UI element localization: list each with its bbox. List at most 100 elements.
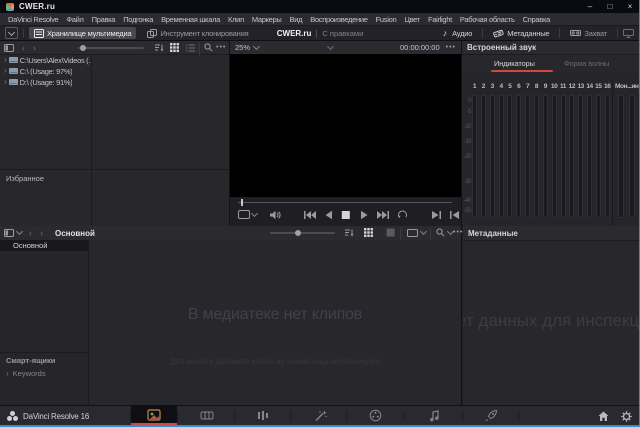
pool-panel-toggle-icon[interactable] [4,226,23,239]
sidebar-item-keywords[interactable]: › Keywords [6,369,46,378]
pool-list-view-icon[interactable] [386,226,395,239]
capture-button[interactable]: Захват [565,27,612,39]
first-frame-button[interactable] [303,210,316,220]
page-tab-fusion[interactable] [297,406,343,425]
tab-waveform[interactable]: Форма волны [564,59,609,68]
stop-button[interactable] [341,210,350,220]
dual-screen-icon[interactable] [623,29,634,38]
viewer-panel: 25% 00:00:00:00 ••• [230,41,462,226]
level-meter-channel-8 [534,95,539,218]
pool-display-mode-dropdown[interactable] [407,226,427,239]
menu-item-1[interactable]: DaVinci Resolve [8,15,58,24]
viewer-mode-dropdown[interactable] [238,210,258,219]
play-reverse-button[interactable] [324,210,333,220]
menu-item-10[interactable]: Fusion [376,15,397,24]
page-tab-cut[interactable] [184,406,230,425]
metadata-button[interactable]: Метаданные [488,27,554,39]
menu-item-9[interactable]: Воспроизведение [310,15,367,24]
clip-selector-dropdown[interactable] [326,43,333,50]
media-storage-panel: ‹ › ••• ›C:\Users [0,41,230,226]
playhead[interactable] [241,199,243,206]
scrubber-bar[interactable] [238,202,452,203]
chevron-down-icon [253,43,260,50]
settings-gear-icon[interactable] [621,411,632,422]
db-scale-label: -15 [462,139,471,145]
pool-search-icon[interactable] [436,226,454,239]
mark-out-button[interactable] [449,210,460,220]
viewer-toolbar: 25% 00:00:00:00 ••• [230,41,461,55]
db-scale-label: -30 [462,179,471,185]
channel-number-4: 4 [497,83,506,90]
maximize-button[interactable]: □ [600,0,620,13]
clone-tool-button[interactable]: Инструмент клонирования [142,27,253,39]
search-icon[interactable] [204,41,213,54]
viewer-options-icon[interactable]: ••• [446,44,456,51]
menu-item-11[interactable]: Цвет [404,15,420,24]
audio-button[interactable]: ♪ Аудио [438,27,477,39]
menu-item-4[interactable]: Подгонка [123,15,153,24]
nav-forward-button[interactable]: › [30,41,39,54]
page-tab-media[interactable] [131,406,177,425]
bin-tab-master[interactable]: Основной [55,226,95,240]
close-button[interactable]: × [620,0,640,13]
tab-indicators[interactable]: Индикаторы [494,59,535,68]
page-tab-edit[interactable] [240,406,286,425]
project-status: С правками [322,29,363,38]
sort-icon[interactable] [155,41,164,54]
pool-grid-view-icon[interactable] [364,226,373,239]
loop-button[interactable] [397,210,408,220]
fusion-page-icon [314,410,327,422]
tree-item-2[interactable]: ›C:\ (Usage: 97%) [0,65,91,76]
grid-view-icon[interactable] [170,41,179,54]
page-tab-fairlight[interactable] [411,406,457,425]
page-tab-color[interactable] [352,406,398,425]
chevron-down-icon [8,28,15,35]
play-button[interactable] [360,210,369,220]
pool-more-options-icon[interactable]: ••• [453,226,463,239]
channel-number-11: 11 [559,83,568,90]
zoom-level-dropdown[interactable]: 25% [235,43,260,52]
menu-item-13[interactable]: Рабочая область [460,15,515,24]
page-tab-deliver[interactable] [468,406,514,425]
nav-back-button[interactable]: ‹ [19,41,28,54]
monitoring-label: Мон...инг [615,83,639,90]
slider-knob[interactable] [80,45,86,51]
menu-item-7[interactable]: Маркеры [252,15,282,24]
main-toolbar: Хранилище мультимедиа Инструмент клониро… [0,26,640,41]
mark-in-button[interactable] [431,210,442,220]
menu-item-12[interactable]: Fairlight [428,15,452,24]
clone-icon [147,29,157,38]
chevron-right-icon[interactable]: › [4,78,7,86]
menu-item-2[interactable]: Файл [66,15,83,24]
last-frame-button[interactable] [377,210,390,220]
clone-tool-label: Инструмент клонирования [160,29,248,38]
chevron-right-icon[interactable]: › [4,67,7,75]
thumbnail-size-slider[interactable] [78,41,144,54]
db-scale-label: 0 [462,98,471,104]
menu-item-3[interactable]: Правка [92,15,116,24]
minimize-button[interactable]: – [580,0,600,13]
tree-item-1[interactable]: ›C:\Users\Alex\Videos (... [0,54,91,65]
bin-forward-button[interactable]: › [37,226,46,239]
project-manager-home-icon[interactable] [598,411,609,422]
slider-knob[interactable] [295,230,301,236]
chevron-down-icon [251,210,258,217]
tree-item-3[interactable]: ›D:\ (Usage: 91%) [0,76,91,87]
bin-back-button[interactable]: ‹ [26,226,35,239]
more-options-icon[interactable]: ••• [216,41,226,54]
menu-item-14[interactable]: Справка [523,15,550,24]
chevron-right-icon[interactable]: › [4,56,7,64]
volume-icon[interactable] [270,210,281,220]
menu-item-6[interactable]: Клип [228,15,244,24]
menu-item-8[interactable]: Вид [290,15,303,24]
media-storage-button[interactable]: Хранилище мультимедиа [29,27,136,39]
chevron-right-icon[interactable]: › [6,370,9,378]
menu-item-5[interactable]: Временная шкала [161,15,220,24]
storage-panel-toggle-icon[interactable] [4,41,14,54]
pool-thumbnail-slider[interactable] [270,226,335,239]
pool-sort-icon[interactable] [345,226,354,239]
channel-number-7: 7 [523,83,532,90]
panel-toggle-button[interactable] [5,27,18,39]
sidebar-bin-master[interactable]: Основной [0,240,88,251]
list-view-icon[interactable] [186,41,195,54]
